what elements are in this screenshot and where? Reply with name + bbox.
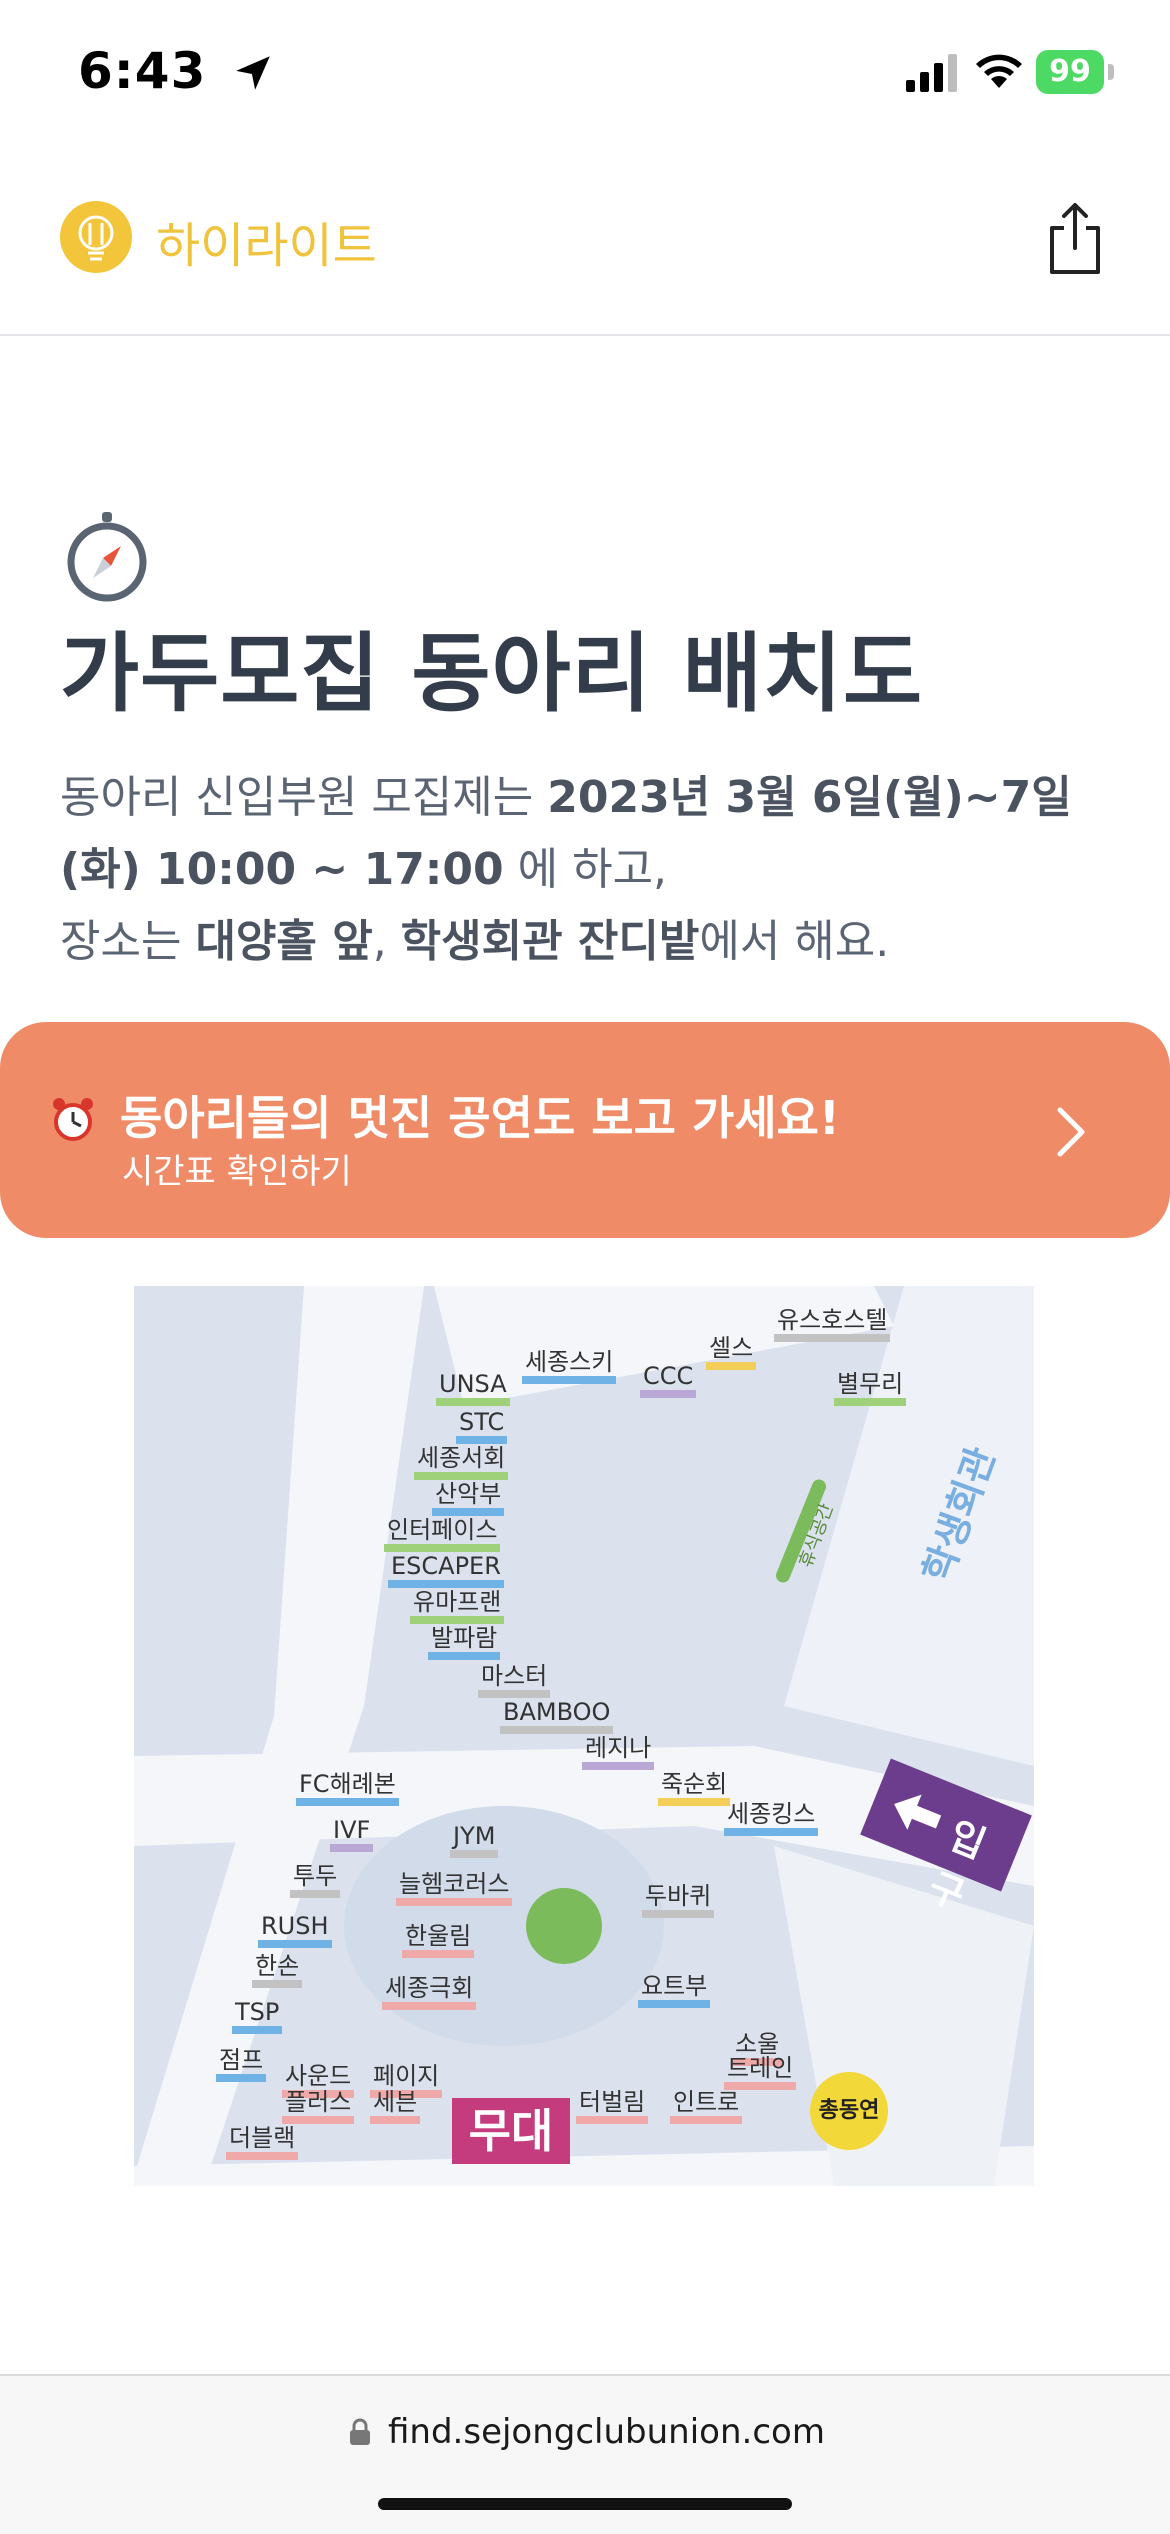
club-label: 마스터	[478, 1662, 551, 1698]
wifi-icon	[976, 54, 1022, 88]
desc-time: (화) 10:00 ~ 17:00	[60, 844, 504, 895]
club-label: 유스호스텔	[774, 1306, 891, 1342]
club-label: 세종서회	[414, 1444, 509, 1480]
brand-name[interactable]: 하이라이트	[156, 206, 377, 276]
app-header: 하이라이트	[0, 180, 1170, 336]
stage-label: 무대	[452, 2098, 570, 2164]
battery-level: 99	[1049, 54, 1091, 89]
lightbulb-icon	[78, 215, 114, 261]
performance-banner[interactable]: 동아리들의 멋진 공연도 보고 가세요! 시간표 확인하기	[0, 1022, 1170, 1238]
banner-subtitle: 시간표 확인하기	[122, 1152, 352, 1192]
share-icon[interactable]	[1040, 200, 1110, 276]
club-label: FC해례본	[296, 1770, 399, 1806]
lock-icon	[350, 2418, 370, 2445]
club-label: TSP	[232, 1998, 283, 2034]
club-label: 별무리	[834, 1370, 907, 1406]
desc-text: 장소는	[60, 916, 196, 967]
booth-map: 유스호스텔셀스 세종스키 CCC UNSA 별무리 STC 세종서회 산악부 인터페이스 ESCA…	[134, 1286, 1034, 2186]
club-label: STC	[456, 1408, 508, 1444]
location-arrow-icon	[236, 56, 270, 90]
club-label: 세종극회	[382, 1974, 477, 2010]
club-label: 산악부	[432, 1480, 505, 1516]
signal-icon	[906, 54, 957, 92]
club-label: 두바퀴	[642, 1882, 715, 1918]
home-indicator[interactable]	[378, 2498, 792, 2510]
status-time: 6:43	[78, 42, 207, 100]
club-label: 트레인	[724, 2054, 797, 2090]
browser-address-bar[interactable]: find.sejongclubunion.com	[0, 2374, 1170, 2534]
battery-indicator: 99	[1036, 50, 1114, 94]
desc-place: 대양홀 앞	[195, 916, 373, 967]
club-label: 터벌림	[576, 2088, 649, 2124]
club-label: CCC	[640, 1362, 697, 1398]
desc-place: 학생회관 잔디밭	[400, 916, 700, 967]
club-label: 요트부	[638, 1972, 711, 2008]
status-bar: 6:43 99	[0, 0, 1170, 150]
club-label: 투두	[290, 1862, 341, 1898]
club-label: RUSH	[258, 1912, 332, 1948]
desc-text: 동아리 신입부원 모집제는	[60, 772, 548, 823]
brand-logo[interactable]	[60, 201, 132, 273]
club-label: 세종킹스	[724, 1800, 819, 1836]
club-label: 늘헴코러스	[396, 1870, 513, 1906]
club-label: 더블랙	[226, 2124, 299, 2160]
club-label: 한울림	[402, 1922, 475, 1958]
club-label: 한손	[252, 1952, 303, 1988]
club-label: 셀스	[706, 1334, 757, 1370]
url-text[interactable]: find.sejongclubunion.com	[388, 2412, 825, 2452]
desc-text: 에 하고,	[503, 844, 668, 895]
club-label: 세종스키	[522, 1348, 617, 1384]
club-label: UNSA	[436, 1370, 510, 1406]
club-label: 세븐	[370, 2088, 421, 2124]
club-label: IVF	[330, 1816, 374, 1852]
alarm-clock-icon	[53, 1098, 93, 1141]
schedule-description: 동아리 신입부원 모집제는 2023년 3월 6일(월)~7일 (화) 10:0…	[60, 762, 1120, 978]
club-label: 죽순회	[658, 1770, 731, 1806]
desc-date: 2023년 3월 6일(월)~7일	[547, 772, 1072, 823]
desc-text: 에서 해요.	[699, 916, 890, 967]
club-label: BAMBOO	[500, 1698, 614, 1734]
club-label: 인트로	[670, 2088, 743, 2124]
arrow-left-icon	[894, 1794, 942, 1830]
page-title: 가두모집 동아리 배치도	[60, 624, 924, 724]
club-label: 점프	[216, 2046, 267, 2082]
banner-title: 동아리들의 멋진 공연도 보고 가세요!	[120, 1091, 840, 1145]
union-badge: 총동연	[810, 2072, 888, 2150]
club-label: 플러스	[282, 2088, 355, 2124]
club-label: 레지나	[582, 1734, 655, 1770]
compass-icon	[67, 512, 147, 602]
club-label: 발파람	[428, 1624, 501, 1660]
club-label: 유마프랜	[410, 1588, 505, 1624]
desc-text: ,	[372, 916, 401, 967]
chevron-right-icon	[1057, 1107, 1085, 1157]
club-label: ESCAPER	[388, 1552, 504, 1588]
club-label: 인터페이스	[384, 1516, 501, 1552]
club-label: JYM	[450, 1822, 499, 1858]
